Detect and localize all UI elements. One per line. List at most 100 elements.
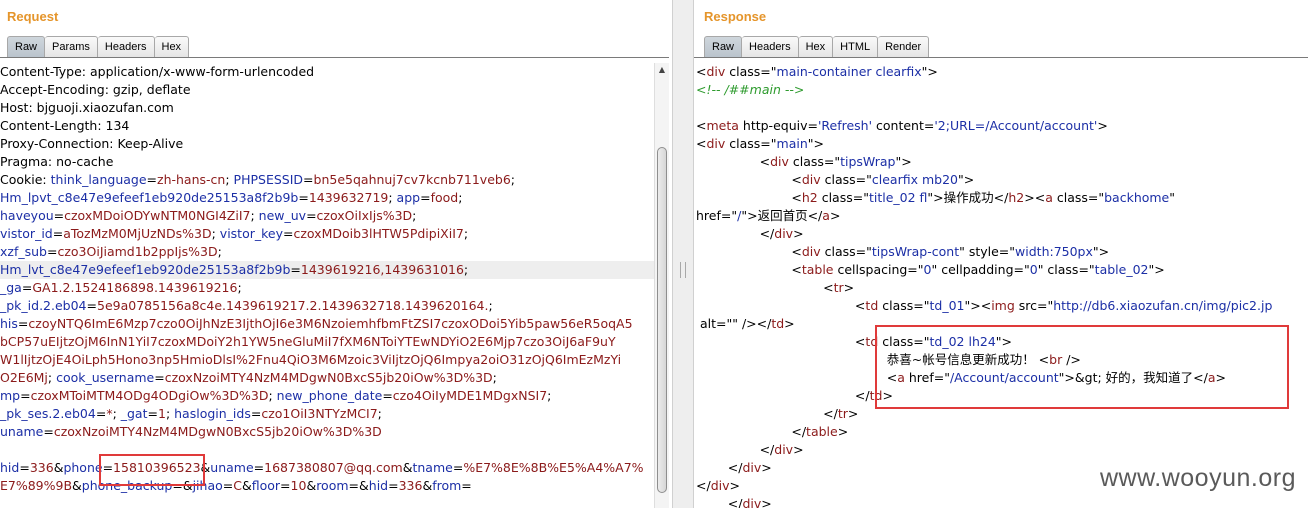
code-token: hid [368, 478, 389, 493]
request-line: mp=czoxMToiMTM4ODg4ODgiOw%3D%3D; new_pho… [0, 387, 654, 405]
pane-splitter[interactable] [672, 0, 694, 508]
request-line: Hm_lpvt_c8e47e9efeef1eb920de25153a8f2b9b… [0, 189, 654, 207]
code-token: xzf_sub [0, 244, 47, 259]
code-token: czoxNzoiMTY4NzM4MDgwN0BxcS5jb20iOw%3D%3D [164, 370, 493, 385]
request-tab-raw[interactable]: Raw [7, 36, 46, 58]
code-token: = [19, 460, 30, 475]
code-token: 10 [290, 478, 307, 493]
code-token: haveyou [0, 208, 54, 223]
code-token: ; [237, 280, 242, 295]
code-token: div [706, 136, 726, 151]
response-line: <div class="main-container clearfix"> [696, 63, 1308, 81]
response-editor[interactable]: <div class="main-container clearfix"> <!-… [696, 63, 1308, 508]
code-token: td_01 [929, 298, 965, 313]
code-token: > [729, 478, 740, 493]
code-token: new_uv [258, 208, 307, 223]
code-token: "> [1148, 262, 1165, 277]
code-token: class= [817, 190, 864, 205]
code-token: mp [0, 388, 21, 403]
code-token: _gat [120, 406, 148, 421]
code-token: div [774, 442, 794, 457]
request-scrollbar[interactable]: ▲ [654, 63, 669, 508]
code-token: bn5e5qahnuj7cv7kcnb711veb6 [313, 172, 511, 187]
splitter-grip-icon[interactable] [680, 262, 686, 278]
code-token: think_language [50, 172, 147, 187]
code-token: tipsWrap-cont [871, 244, 960, 259]
code-token: room [316, 478, 349, 493]
code-token: h2 [1008, 190, 1025, 205]
code-token: http://db6.xiaozufan.cn/img/pic2.jp [1053, 298, 1273, 313]
code-token: Content-Type: application/x-www-form-url… [0, 64, 315, 79]
code-token: czo3OiJiamd1b2ppIjs%3D [57, 244, 218, 259]
code-token: div [706, 64, 726, 79]
code-token: "> [958, 172, 975, 187]
code-token: C [233, 478, 242, 493]
code-token: div [801, 172, 821, 187]
scrollbar-thumb[interactable] [657, 147, 667, 493]
code-token: cellspacing= [833, 262, 918, 277]
code-token: = [46, 244, 58, 259]
code-token: a [822, 208, 830, 223]
code-token: 1439632719 [308, 190, 389, 205]
code-token: aTozMzM0MjUzNDs%3D [63, 226, 212, 241]
request-tab-params[interactable]: Params [45, 36, 98, 58]
code-token: ; [547, 388, 552, 403]
code-token: div [801, 244, 821, 259]
response-tab-html[interactable]: HTML [833, 36, 879, 58]
code-token: 336 [398, 478, 423, 493]
code-token: bCP57uEIjtzOjM6InN1YiI7czoxMDoiY2h1YW5ne… [0, 334, 616, 349]
response-line: <div class="tipsWrap-cont" style="width:… [696, 243, 1308, 261]
request-editor[interactable]: Content-Type: application/x-www-form-url… [0, 63, 654, 508]
request-line: Pragma: no-cache [0, 153, 654, 171]
response-tab-render[interactable]: Render [878, 36, 930, 58]
code-token: E7%89%9B [0, 478, 73, 493]
request-line: Proxy-Connection: Keep-Alive [0, 135, 654, 153]
request-line: xzf_sub=czo3OiJiamd1b2ppIjs%3D; [0, 243, 654, 261]
code-token: = [43, 424, 54, 439]
request-tab-headers[interactable]: Headers [97, 36, 155, 58]
code-token: div [710, 478, 730, 493]
code-token: Host: bjguoji.xiaozufan.com [0, 100, 174, 115]
response-tab-raw[interactable]: Raw [704, 36, 743, 58]
code-token: backhome [1104, 190, 1170, 205]
code-token: class= [729, 64, 771, 79]
success-message-highlight-box [875, 325, 1289, 409]
phone-highlight-box [99, 454, 205, 486]
code-token: new_phone_date [276, 388, 383, 403]
response-tab-hex[interactable]: Hex [798, 36, 834, 58]
code-token: http-equiv= [738, 118, 818, 133]
code-token: & [422, 478, 433, 493]
scroll-up-arrow-icon[interactable]: ▲ [655, 63, 669, 77]
code-token: "> [1092, 244, 1110, 259]
code-token: " [1169, 190, 1176, 205]
response-line: <table cellspacing="0" cellpadding="0" c… [696, 261, 1308, 279]
request-line: haveyou=czoxMDoiODYwNTM0NGI4ZiI7; new_uv… [0, 207, 654, 225]
code-token: & [53, 460, 64, 475]
code-token: Proxy-Connection: Keep-Alive [0, 136, 184, 151]
code-token: src= [1014, 298, 1048, 313]
code-token: GA1.2.1524186898.1439619216 [32, 280, 238, 295]
code-token: PHPSESSID [233, 172, 304, 187]
code-token: 1 [157, 406, 166, 421]
response-title: Response [704, 9, 767, 24]
code-token: div [770, 154, 789, 169]
code-token: & [306, 478, 317, 493]
code-token: class= [725, 136, 771, 151]
code-token: /></ [737, 316, 772, 331]
request-line: O2E6Mj; cook_username=czoxNzoiMTY4NzM4MD… [0, 369, 654, 387]
request-tab-hex[interactable]: Hex [154, 36, 190, 58]
code-token: > [829, 208, 841, 223]
response-tab-headers[interactable]: Headers [742, 36, 799, 58]
code-token: ; [377, 406, 382, 421]
code-token: = [452, 460, 464, 475]
code-token: = [306, 208, 317, 223]
code-token: Hm_lpvt_c8e47e9efeef1eb920de25153a8f2b9b [0, 190, 299, 205]
code-token: > [793, 442, 804, 457]
code-token: < [696, 262, 802, 277]
code-token: from [432, 478, 462, 493]
code-token: phone [63, 460, 103, 475]
code-token: title_02 fl [868, 190, 928, 205]
code-token: = [147, 406, 158, 421]
code-token: td [771, 316, 785, 331]
request-title: Request [7, 9, 59, 24]
